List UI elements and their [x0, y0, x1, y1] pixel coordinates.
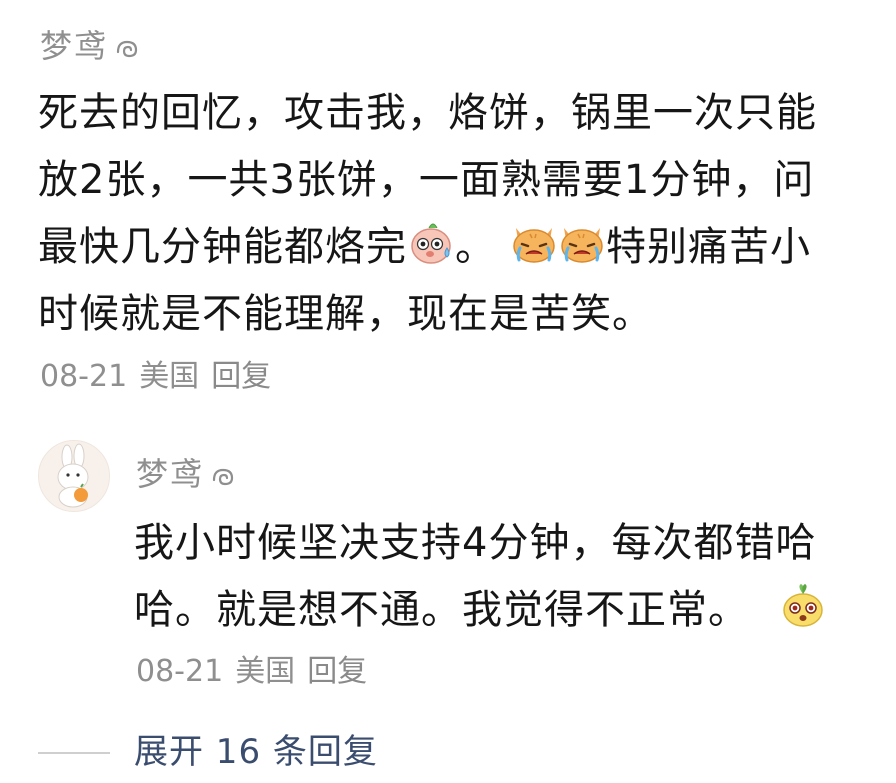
crying-cat-emoji — [558, 218, 606, 266]
comment-text-line: 放2张，一共3张饼，一面熟需要1分钟，问 — [38, 157, 815, 203]
comment-location: 美国 — [139, 359, 200, 394]
crying-cat-emoji — [510, 218, 558, 266]
level-1-badge-icon — [212, 468, 234, 486]
comment-text-segment: 最快几分钟能都烙完 — [38, 224, 407, 270]
comment-meta: 08-21 美国 回复 — [40, 358, 283, 396]
comment-text-line: 我小时候坚决支持4分钟，每次都错哈 — [134, 520, 817, 566]
bunny-avatar-icon — [39, 441, 109, 511]
comment-text-segment: 哈。就是想不通。我觉得不正常。 — [134, 587, 749, 633]
divider — [38, 752, 110, 754]
comment-text: 死去的回忆，攻击我，烙饼，锅里一次只能 放2张，一共3张饼，一面熟需要1分钟，问… — [38, 80, 868, 348]
comment-text-line: 时候就是不能理解，现在是苦笑。 — [38, 291, 653, 337]
comment-meta: 08-21 美国 回复 — [136, 653, 379, 691]
comment-location: 美国 — [235, 654, 296, 689]
comment-date: 08-21 — [136, 654, 224, 689]
comment-username[interactable]: 梦鸢 — [136, 454, 236, 494]
comment-date: 08-21 — [40, 359, 128, 394]
comment-text-line: 最快几分钟能都烙完 。 特别痛苦小 — [38, 214, 868, 281]
sweating-pig-emoji — [407, 218, 455, 266]
username-text[interactable]: 梦鸢 — [40, 27, 108, 65]
reply-button[interactable]: 回复 — [307, 654, 367, 689]
comment-text-line: 死去的回忆，攻击我，烙饼，锅里一次只能 — [38, 90, 817, 136]
comment-text-segment: 。 — [455, 224, 496, 270]
level-1-badge-icon — [116, 40, 138, 58]
comment-text-line: 哈。就是想不通。我觉得不正常。 — [134, 577, 854, 644]
comment-text-segment: 特别痛苦小 — [606, 224, 811, 270]
username-text[interactable]: 梦鸢 — [136, 455, 204, 493]
surprised-sprout-emoji — [779, 581, 827, 629]
comment-text: 我小时候坚决支持4分钟，每次都错哈 哈。就是想不通。我觉得不正常。 — [134, 510, 854, 644]
expand-replies-button[interactable]: 展开 16 条回复 — [134, 730, 378, 774]
expand-replies-row[interactable]: 展开 16 条回复 — [0, 722, 896, 782]
comment-username[interactable]: 梦鸢 — [40, 26, 140, 66]
avatar[interactable] — [38, 440, 110, 512]
reply-button[interactable]: 回复 — [211, 359, 271, 394]
